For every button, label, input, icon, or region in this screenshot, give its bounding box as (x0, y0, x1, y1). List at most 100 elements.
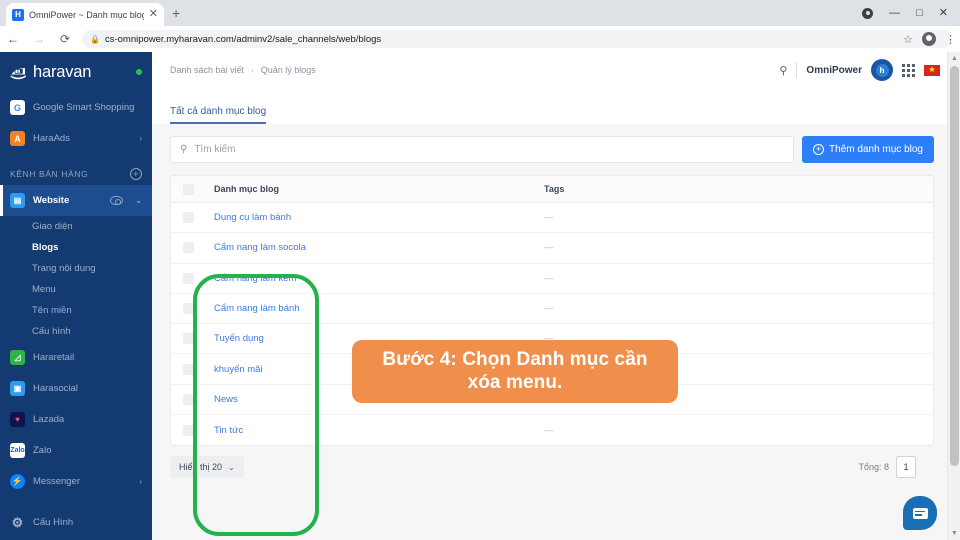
vertical-scrollbar[interactable]: ▲ ▼ (947, 52, 960, 540)
sidebar-item-lazada[interactable]: ♥ Lazada (0, 404, 152, 435)
google-icon: G (10, 100, 25, 115)
search-icon[interactable]: ⚲ (779, 64, 787, 77)
sidebar-item-google-smart-shopping[interactable]: G Google Smart Shopping (0, 92, 152, 123)
row-checkbox[interactable] (183, 364, 194, 375)
haravan-logo-icon (10, 64, 29, 81)
flag-star: ★ (928, 66, 935, 74)
sidebar-section-sales-channels: KÊNH BÁN HÀNG + (0, 154, 152, 185)
sidebar-sub-label: Blogs (32, 242, 58, 253)
chat-icon (913, 508, 928, 519)
sidebar-item-haraads[interactable]: A HaraAds › (0, 123, 152, 154)
back-button[interactable]: ← (0, 26, 26, 52)
row-name-link[interactable]: Cẩm nang làm socola (214, 242, 544, 253)
window-controls: — □ ✕ (862, 0, 956, 26)
row-checkbox[interactable] (183, 333, 194, 344)
sidebar-item-ten-mien[interactable]: Tên miền (0, 300, 152, 321)
page-size-select[interactable]: Hiển thị 20 ⌄ (170, 456, 244, 478)
chevron-right-icon: › (139, 477, 142, 486)
sidebar-item-harasocial[interactable]: ▣ Harasocial (0, 373, 152, 404)
column-header-name[interactable]: Danh mục blog (214, 184, 544, 194)
forward-button[interactable]: → (26, 26, 52, 52)
more-menu-icon[interactable]: ⋮ (945, 33, 956, 46)
table-row[interactable]: Dụng cụ làm bánh — (171, 203, 933, 233)
row-checkbox[interactable] (183, 425, 194, 436)
select-all-checkbox[interactable] (183, 184, 194, 195)
sidebar-sub-label: Menu (32, 284, 56, 295)
table-row[interactable]: Cẩm nang làm bánh — (171, 294, 933, 324)
toolbar-actions: ☆ ⋮ (903, 26, 956, 52)
row-checkbox[interactable] (183, 273, 194, 284)
account-name[interactable]: OmniPower (806, 65, 862, 76)
sidebar-item-trang-noi-dung[interactable]: Trang nội dung (0, 258, 152, 279)
vietnam-flag-icon[interactable]: ★ (924, 65, 940, 76)
profile-avatar-icon[interactable] (922, 32, 936, 46)
table-row[interactable]: Tin tức — (171, 415, 933, 445)
brand-logo[interactable]: haravan (0, 52, 152, 92)
tab-all-blog-categories[interactable]: Tất cả danh mục blog (170, 106, 266, 124)
apps-grid-icon[interactable] (902, 64, 915, 77)
new-tab-button[interactable]: + (172, 6, 180, 20)
scrollbar-thumb[interactable] (950, 66, 959, 466)
sidebar-item-label: Website (33, 195, 69, 206)
sidebar-item-messenger[interactable]: ⚡ Messenger › (0, 466, 152, 497)
eye-icon[interactable] (110, 196, 123, 205)
lock-icon: 🔒 (90, 35, 100, 44)
avatar-initial: h (876, 64, 889, 77)
avatar[interactable]: h (871, 59, 893, 81)
callout-text: Bước 4: Chọn Danh mục cần xóa menu. (366, 349, 664, 393)
add-channel-icon[interactable]: + (130, 168, 142, 180)
gear-icon: ⚙ (10, 515, 25, 530)
table-row[interactable]: Cẩm nang làm socola — (171, 233, 933, 263)
sidebar-item-label: HaraAds (33, 133, 70, 144)
window-close-button[interactable]: ✕ (939, 8, 948, 19)
row-checkbox[interactable] (183, 303, 194, 314)
minimize-button[interactable]: — (889, 8, 900, 19)
haravan-favicon-icon: H (12, 9, 24, 21)
row-name-link[interactable]: Tin tức (214, 425, 544, 436)
column-header-tags[interactable]: Tags (544, 184, 564, 194)
sidebar-item-cau-hinh[interactable]: ⚙ Cấu Hình (0, 507, 152, 538)
row-checkbox[interactable] (183, 394, 194, 405)
sidebar-item-website[interactable]: ▤ Website ⌄ (0, 185, 152, 216)
page-number-input[interactable]: 1 (896, 456, 916, 478)
add-blog-category-button[interactable]: + Thêm danh mục blog (802, 136, 934, 163)
sidebar-item-giao-dien[interactable]: Giao diện (0, 216, 152, 237)
browser-tab-strip: H OmniPower ~ Danh mục blogs - ✕ + — □ ✕ (0, 0, 960, 26)
sidebar-item-blogs[interactable]: Blogs (0, 237, 152, 258)
address-bar[interactable]: 🔒 cs-omnipower.myharavan.com/adminv2/sal… (82, 30, 952, 48)
scroll-up-arrow-icon[interactable]: ▲ (948, 52, 960, 65)
tab-label: Tất cả danh mục blog (170, 106, 266, 117)
reload-button[interactable]: ⟳ (52, 26, 78, 52)
chat-bubble-button[interactable] (903, 496, 937, 530)
sidebar-item-cau-hinh-web[interactable]: Cấu hình (0, 321, 152, 342)
brand-name: haravan (33, 63, 91, 82)
search-input[interactable]: ⚲ Tìm kiếm (170, 136, 794, 163)
breadcrumb-item-1[interactable]: Quản lý blogs (261, 65, 316, 75)
breadcrumb-item-0[interactable]: Danh sách bài viết (170, 65, 244, 75)
sidebar-item-menu[interactable]: Menu (0, 279, 152, 300)
row-name-link[interactable]: Cẩm nang làm bánh (214, 303, 544, 314)
browser-tab[interactable]: H OmniPower ~ Danh mục blogs - ✕ (6, 3, 164, 26)
sidebar-item-hararetail[interactable]: ◿ Hararetail (0, 342, 152, 373)
scroll-down-arrow-icon[interactable]: ▼ (948, 527, 960, 540)
sidebar-item-label: Google Smart Shopping (33, 102, 134, 113)
sidebar-sub-label: Trang nội dung (32, 263, 96, 274)
sidebar-item-label: Messenger (33, 476, 80, 487)
sidebar-item-zalo[interactable]: Zalo Zalo (0, 435, 152, 466)
maximize-button[interactable]: □ (916, 8, 923, 19)
sidebar-sub-label: Tên miền (32, 305, 72, 316)
row-name-link[interactable]: Dụng cụ làm bánh (214, 212, 544, 223)
hararetail-icon: ◿ (10, 350, 25, 365)
bookmark-star-icon[interactable]: ☆ (903, 33, 913, 46)
browser-tab-title: OmniPower ~ Danh mục blogs - (29, 10, 144, 20)
plus-circle-icon: + (813, 144, 824, 155)
row-tags: — (544, 273, 553, 284)
chevron-down-icon[interactable]: ⌄ (135, 196, 142, 205)
page-size-label: Hiển thị 20 (179, 462, 222, 472)
table-row[interactable]: Cẩm nang làm kem — (171, 264, 933, 294)
close-icon[interactable]: ✕ (149, 9, 158, 20)
profile-badge-icon[interactable] (862, 8, 873, 19)
row-name-link[interactable]: Cẩm nang làm kem (214, 273, 544, 284)
row-checkbox[interactable] (183, 212, 194, 223)
row-checkbox[interactable] (183, 242, 194, 253)
